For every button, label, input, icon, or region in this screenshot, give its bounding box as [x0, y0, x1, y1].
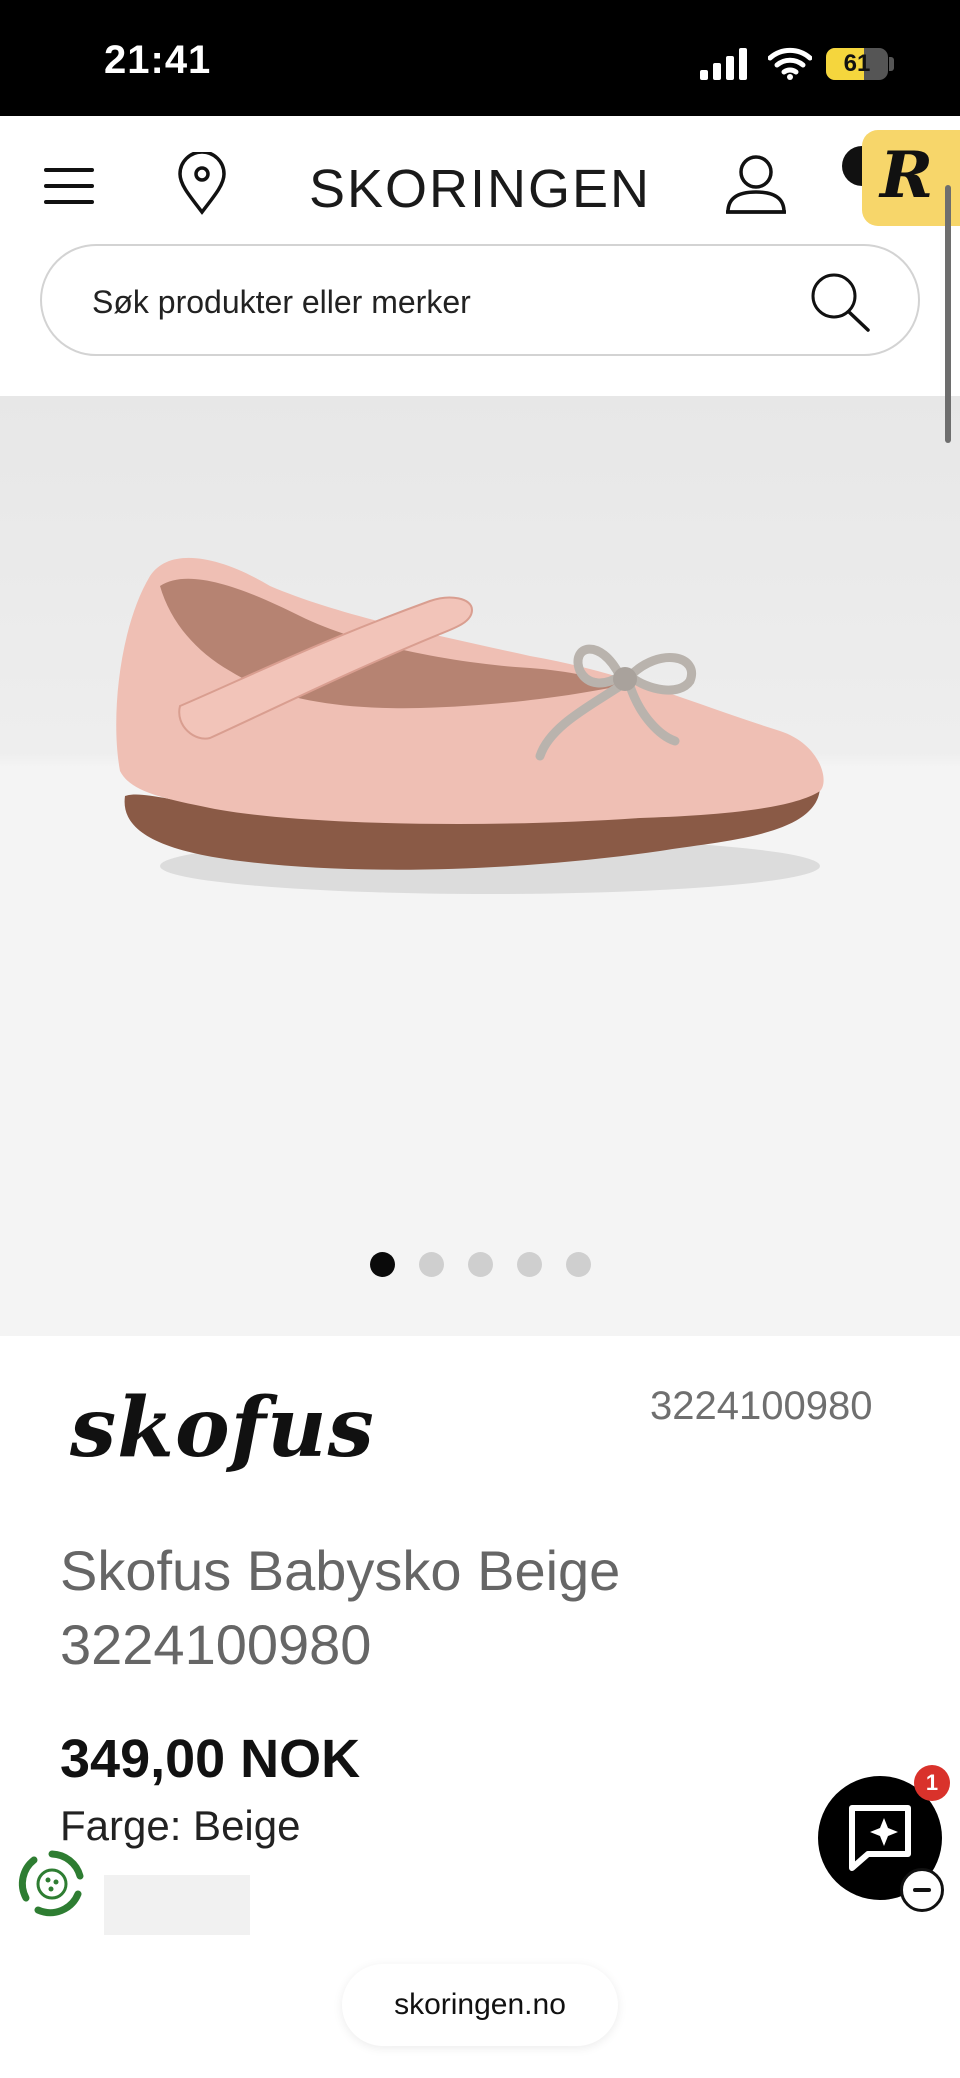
product-gallery[interactable] [0, 396, 960, 1336]
product-price: 349,00 NOK [60, 1729, 361, 1789]
product-color: Farge: Beige [60, 1802, 301, 1849]
gallery-pagination[interactable] [0, 1252, 960, 1278]
chat-sparkle-icon [849, 1805, 911, 1871]
account-icon[interactable] [724, 152, 788, 216]
gallery-dot[interactable] [516, 1252, 542, 1277]
brand-logo[interactable]: skofus [70, 1380, 375, 1476]
product-image [116, 557, 824, 894]
battery-level: 61 [843, 50, 871, 77]
search-icon[interactable] [808, 270, 874, 336]
gallery-dot[interactable] [369, 1252, 395, 1277]
wifi-icon [768, 47, 812, 80]
battery-tip [889, 57, 894, 71]
eco-badge-icon[interactable] [16, 1848, 88, 1920]
rewards-letter: R [880, 138, 934, 213]
color-swatch[interactable] [104, 1875, 250, 1935]
site-header: SKORINGEN R Søk produkter eller merker [0, 116, 960, 396]
scrollbar-thumb[interactable] [945, 185, 951, 443]
gallery-dot[interactable] [467, 1252, 493, 1277]
status-bar: 21:41 61 [0, 0, 960, 116]
site-title[interactable]: SKORINGEN [0, 158, 960, 220]
chat-minimize-button[interactable] [900, 1868, 944, 1912]
gallery-dot[interactable] [565, 1252, 591, 1277]
status-time: 21:41 [104, 38, 212, 82]
battery-icon: 61 [826, 48, 888, 80]
browser-url-pill[interactable]: skoringen.no [342, 1964, 618, 2046]
chat-unread-badge: 1 [914, 1765, 950, 1801]
signal-icon [700, 48, 747, 80]
product-title: Skofus Babysko Beige 3224100980 [60, 1539, 621, 1676]
gallery-dot[interactable] [418, 1252, 444, 1277]
search-placeholder: Søk produkter eller merker [92, 284, 471, 320]
search-input[interactable]: Søk produkter eller merker [40, 244, 920, 356]
product-sku: 3224100980 [650, 1384, 873, 1428]
